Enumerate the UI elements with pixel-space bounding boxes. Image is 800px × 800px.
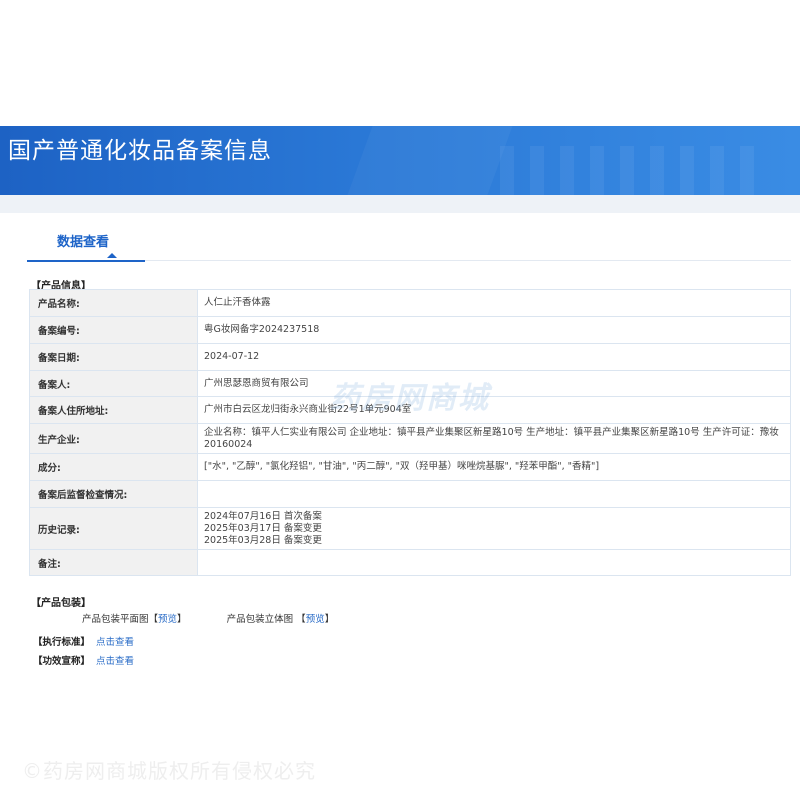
row-value: 人仁止汗香体露	[197, 289, 791, 317]
row-value: 广州思瑟恩商贸有限公司	[197, 370, 791, 397]
row-value	[197, 549, 791, 576]
table-row: 产品名称: 人仁止汗香体露	[29, 289, 791, 317]
row-value: 广州市白云区龙归街永兴商业街22号1单元904室	[197, 396, 791, 424]
tab-data-view-label: 数据查看	[57, 235, 110, 250]
history-entry: 2025年03月28日 备案变更	[204, 534, 322, 546]
solid-image-label: 产品包装立体图	[226, 614, 294, 625]
page-title: 国产普通化妆品备案信息	[8, 138, 272, 164]
table-row: 成分: ["水", "乙醇", "氯化羟铝", "甘油", "丙二醇", "双（…	[29, 453, 791, 481]
bracket: 】	[177, 614, 187, 625]
flat-image-label: 产品包装平面图	[82, 614, 149, 625]
standards-label: 【执行标准】	[33, 637, 91, 648]
product-info-table: 产品名称: 人仁止汗香体露 备案编号: 粤G妆网备字2024237518 备案日…	[29, 289, 791, 576]
row-key: 备案人住所地址:	[29, 396, 198, 424]
table-row: 备案后监督检查情况:	[29, 480, 791, 508]
efficacy-view-link[interactable]: 点击查看	[96, 656, 134, 667]
row-key: 备案编号:	[29, 316, 198, 344]
solid-image-preview-link[interactable]: 预览	[306, 614, 325, 625]
row-value: 粤G妆网备字2024237518	[197, 316, 791, 344]
row-value-history: 2024年07月16日 首次备案 2025年03月17日 备案变更 2025年0…	[197, 507, 791, 550]
row-key: 历史记录:	[29, 507, 198, 550]
row-key: 成分:	[29, 453, 198, 481]
row-value	[197, 480, 791, 508]
efficacy-label: 【功效宣称】	[33, 656, 91, 667]
table-row: 备案日期: 2024-07-12	[29, 343, 791, 371]
row-value: ["水", "乙醇", "氯化羟铝", "甘油", "丙二醇", "双（羟甲基）…	[197, 453, 791, 481]
tab-bar: 数据查看	[27, 223, 791, 262]
tab-data-view[interactable]: 数据查看	[27, 223, 145, 262]
row-key: 备案日期:	[29, 343, 198, 371]
content-background	[0, 195, 800, 213]
flat-image-preview-link[interactable]: 预览	[158, 614, 177, 625]
row-key: 生产企业:	[29, 423, 198, 454]
row-key: 产品名称:	[29, 289, 198, 317]
table-row: 生产企业: 企业名称：镇平人仁实业有限公司 企业地址：镇平县产业集聚区新星路10…	[29, 423, 791, 454]
bracket: 【	[148, 614, 159, 625]
table-row: 备案编号: 粤G妆网备字2024237518	[29, 316, 791, 344]
bracket: 】	[324, 614, 335, 625]
row-value: 2024-07-12	[197, 343, 791, 371]
table-row: 备注:	[29, 549, 791, 576]
standards-row: 【执行标准】 点击查看	[33, 634, 134, 648]
row-key: 备案后监督检查情况:	[29, 480, 198, 508]
row-value: 企业名称：镇平人仁实业有限公司 企业地址：镇平县产业集聚区新星路10号 生产地址…	[197, 423, 791, 454]
tab-indicator-arrow-icon	[107, 253, 117, 258]
packaging-row: 产品包装平面图【预览】 产品包装立体图 【预览】	[82, 611, 334, 625]
section-packaging: 【产品包装】	[31, 598, 91, 609]
history-entry: 2025年03月17日 备案变更	[204, 522, 322, 534]
standards-view-link[interactable]: 点击查看	[96, 637, 134, 648]
page: 国产普通化妆品备案信息 数据查看 【产品信息】 产品名称: 人仁止汗香体露 备案…	[0, 0, 800, 800]
efficacy-row: 【功效宣称】 点击查看	[33, 653, 134, 667]
row-key: 备案人:	[29, 370, 198, 397]
bracket: 【	[296, 614, 306, 625]
table-row: 历史记录: 2024年07月16日 首次备案 2025年03月17日 备案变更 …	[29, 507, 791, 550]
watermark-bottom: ©药房网商城版权所有侵权必究	[22, 759, 316, 783]
history-entry: 2024年07月16日 首次备案	[204, 510, 322, 522]
watermark-center: 药房网商城	[330, 381, 490, 416]
row-key: 备注:	[29, 549, 198, 576]
